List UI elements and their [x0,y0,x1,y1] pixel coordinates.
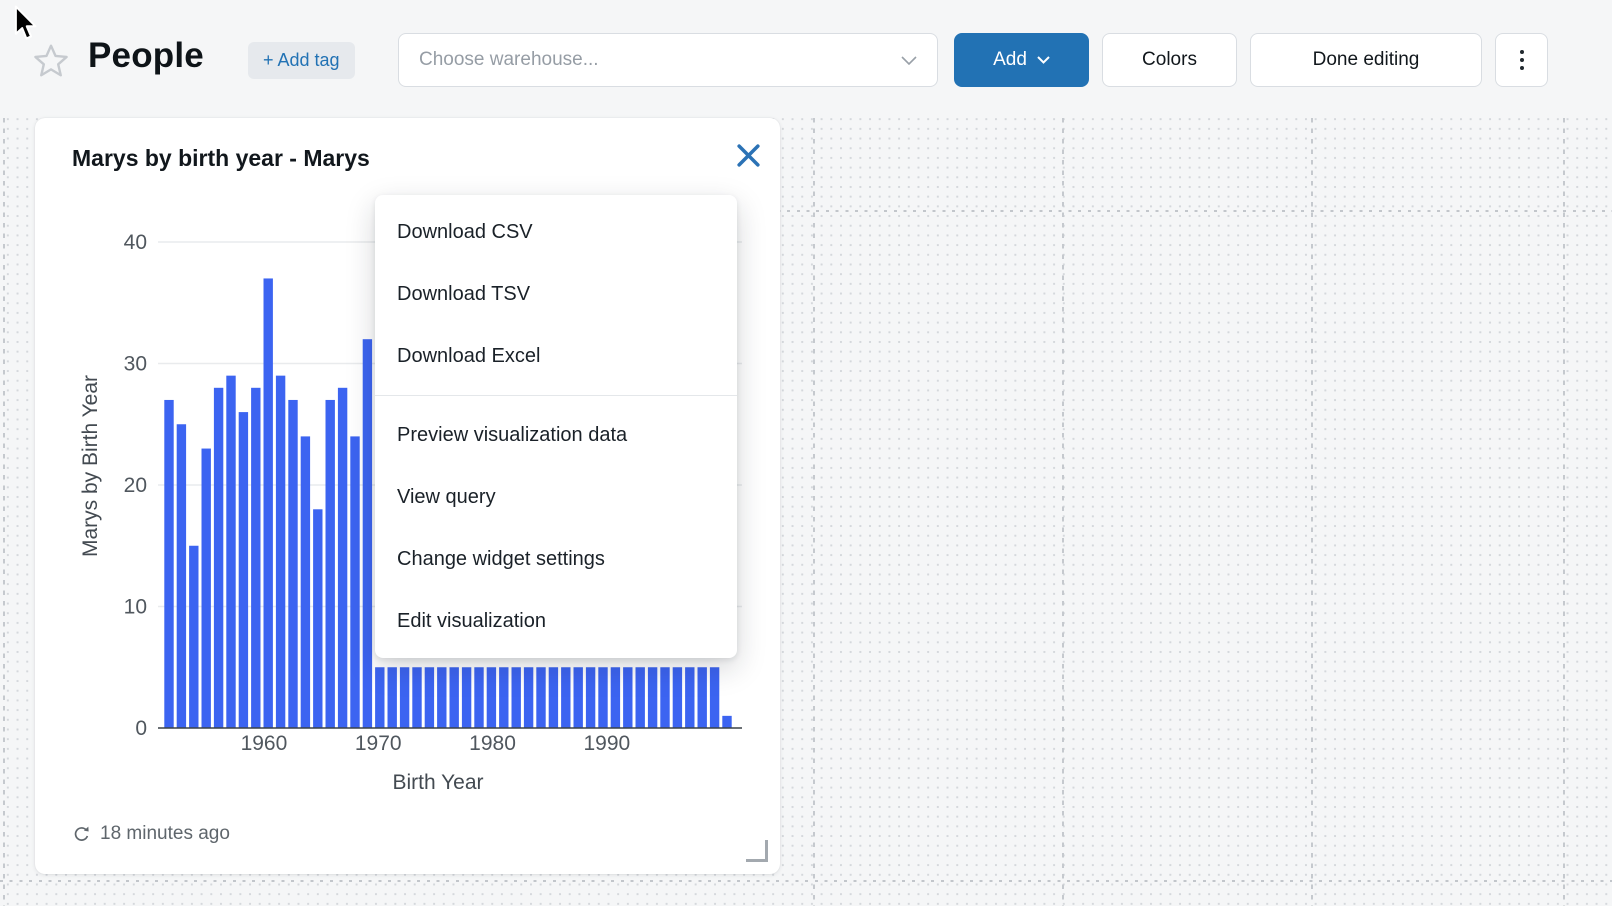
kebab-dot [1520,58,1524,62]
page-title: People [88,36,204,76]
menu-item-download-csv[interactable]: Download CSV [375,201,737,263]
menu-divider [375,395,737,396]
kebab-dot [1520,50,1524,54]
grid-line-horizontal [0,880,1612,882]
more-options-button[interactable] [1495,33,1548,87]
menu-item-view-query[interactable]: View query [375,466,737,528]
chevron-down-icon [1037,56,1050,64]
resize-handle[interactable] [746,840,768,862]
widget-footer: 18 minutes ago [72,823,230,845]
chevron-down-icon [901,56,917,65]
mouse-cursor [10,4,42,42]
svg-text:40: 40 [124,231,147,254]
favorite-star-icon[interactable] [33,43,69,79]
svg-text:1980: 1980 [469,732,516,755]
colors-button[interactable]: Colors [1102,33,1237,87]
last-refreshed-text: 18 minutes ago [100,823,230,845]
svg-text:20: 20 [124,474,147,497]
svg-text:1990: 1990 [583,732,630,755]
refresh-icon[interactable] [72,825,91,844]
svg-text:1970: 1970 [355,732,402,755]
close-widget-button[interactable] [731,140,765,174]
warehouse-select[interactable]: Choose warehouse... [398,33,938,87]
menu-item-change-widget-settings[interactable]: Change widget settings [375,528,737,590]
menu-item-edit-visualization[interactable]: Edit visualization [375,590,737,652]
grid-line-vertical [3,118,5,906]
svg-text:Birth Year: Birth Year [392,771,483,794]
widget-title: Marys by birth year - Marys [72,145,370,172]
menu-item-download-excel[interactable]: Download Excel [375,325,737,387]
grid-line-horizontal [758,210,1612,212]
grid-line-vertical [1311,118,1313,906]
svg-text:10: 10 [124,596,147,619]
warehouse-placeholder: Choose warehouse... [419,49,599,71]
menu-item-preview-visualization-data[interactable]: Preview visualization data [375,404,737,466]
widget-context-menu: Download CSVDownload TSVDownload Excel Pr… [375,195,737,658]
menu-item-download-tsv[interactable]: Download TSV [375,263,737,325]
add-button[interactable]: Add [954,33,1089,87]
grid-line-vertical [1062,118,1064,906]
svg-text:1960: 1960 [241,732,288,755]
svg-text:30: 30 [124,353,147,376]
svg-text:Marys by Birth Year: Marys by Birth Year [79,375,102,557]
grid-line-vertical [813,118,815,906]
close-icon [735,142,762,169]
add-button-label: Add [993,49,1027,71]
kebab-dot [1520,66,1524,70]
grid-line-vertical [1563,118,1565,906]
done-editing-button[interactable]: Done editing [1250,33,1482,87]
add-tag-button[interactable]: + Add tag [248,42,355,79]
svg-text:0: 0 [135,717,147,740]
